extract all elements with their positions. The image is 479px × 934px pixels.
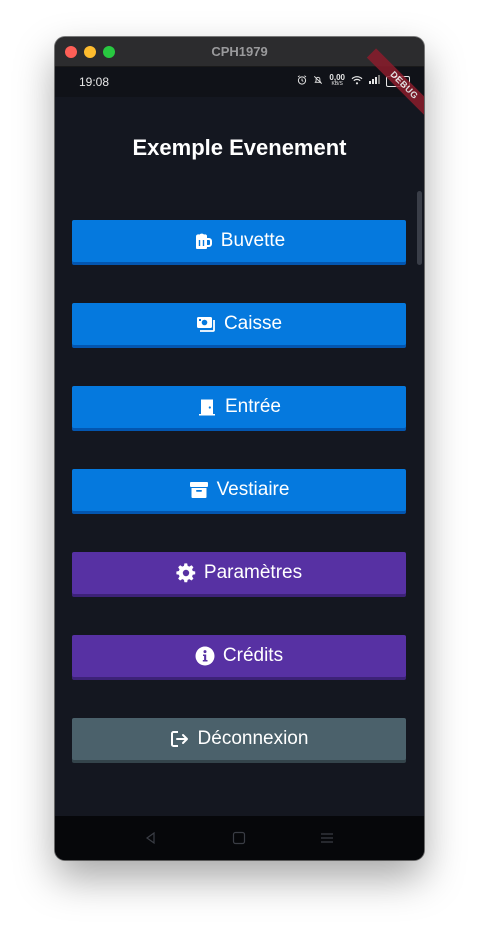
menu-button-vestiaire[interactable]: Vestiaire [72, 469, 406, 511]
bell-off-icon [313, 75, 323, 88]
menu-button-buvette[interactable]: Buvette [72, 220, 406, 262]
app-window: CPH1979 19:08 0,00 KB/S DEBUG Exemple Ev… [55, 37, 424, 860]
gear-icon [176, 563, 196, 583]
logout-icon [170, 729, 190, 749]
menu-button-credits[interactable]: Crédits [72, 635, 406, 677]
home-icon[interactable] [231, 830, 247, 846]
door-icon [197, 397, 217, 417]
network-speed: 0,00 KB/S [329, 74, 345, 88]
menu-button-label: Vestiaire [216, 479, 290, 500]
android-nav-bar [55, 816, 424, 860]
signal-icon [369, 75, 380, 87]
menu-button-entree[interactable]: Entrée [72, 386, 406, 428]
menu-button-deconnexion[interactable]: Déconnexion [72, 718, 406, 760]
info-icon [195, 646, 215, 666]
wifi-icon [351, 75, 363, 88]
cash-register-icon [196, 314, 216, 334]
menu-button-label: Paramètres [203, 562, 303, 583]
menu-button-parametres[interactable]: Paramètres [72, 552, 406, 594]
menu-button-label: Entrée [225, 396, 281, 417]
status-time: 19:08 [79, 75, 110, 89]
menu-button-caisse[interactable]: Caisse [72, 303, 406, 345]
network-speed-unit: KB/S [331, 81, 343, 87]
beer-mug-icon [193, 231, 213, 251]
device-screen: 19:08 0,00 KB/S 56 [55, 48, 424, 860]
back-icon[interactable] [143, 830, 159, 846]
menu-icon[interactable] [319, 830, 335, 846]
archive-box-icon [189, 480, 209, 500]
menu-button-label: Déconnexion [197, 728, 309, 749]
menu-button-label: Crédits [222, 645, 284, 666]
alarm-icon [297, 74, 307, 88]
status-bar: 19:08 0,00 KB/S 56 [55, 48, 424, 123]
scrollbar-thumb[interactable] [417, 191, 422, 265]
menu-button-label: Buvette [220, 230, 286, 251]
page-title: Exemple Evenement [132, 135, 347, 160]
menu-button-label: Caisse [223, 313, 283, 334]
window-titlebar[interactable]: CPH1979 [55, 37, 424, 67]
